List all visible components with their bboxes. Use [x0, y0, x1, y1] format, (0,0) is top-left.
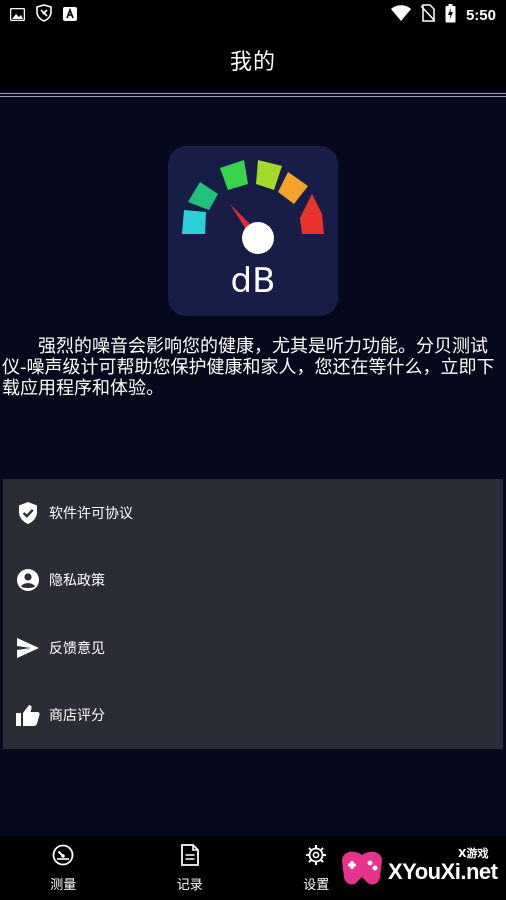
- verified-shield-icon: [15, 500, 41, 526]
- account-circle-icon: [15, 567, 41, 593]
- watermark-text: XYouXi.net: [388, 859, 498, 884]
- status-time: 5:50: [465, 6, 496, 24]
- decibel-gauge-icon: dB: [182, 160, 324, 301]
- header-divider-2: [0, 96, 506, 97]
- no-sim-icon: [420, 4, 436, 26]
- menu-item-license[interactable]: 软件许可协议: [3, 479, 503, 547]
- menu-item-privacy[interactable]: 隐私政策: [3, 547, 503, 615]
- nav-measure[interactable]: 测量: [0, 836, 127, 900]
- menu-item-rating[interactable]: 商店评分: [3, 682, 503, 750]
- app-bar: 我的: [0, 30, 506, 90]
- menu-item-label: 商店评分: [49, 708, 105, 725]
- settings-menu: 软件许可协议 隐私政策 反馈意见 商店评分: [3, 479, 503, 749]
- menu-item-label: 软件许可协议: [49, 505, 133, 522]
- page-title: 我的: [229, 50, 276, 75]
- status-bar: 5:50: [0, 0, 506, 30]
- header-divider: [0, 93, 506, 94]
- app-description: 强烈的噪音会影响您的健康，尤其是听力功能。分贝测试仪-噪声级计可帮助您保护健康和…: [2, 336, 495, 399]
- nav-label: 记录: [176, 877, 203, 893]
- speedometer-icon: [52, 844, 74, 870]
- image-icon: [9, 6, 26, 25]
- wifi-icon: [390, 5, 411, 25]
- thumb-up-icon: [15, 702, 41, 728]
- a-icon: [63, 6, 77, 25]
- menu-item-label: 反馈意见: [49, 640, 105, 657]
- menu-item-feedback[interactable]: 反馈意见: [3, 614, 503, 682]
- shield-icon: [35, 4, 53, 26]
- nav-records[interactable]: 记录: [127, 836, 254, 900]
- watermark: X游戏 XYouXi.net: [336, 843, 500, 895]
- battery-charging-icon: [445, 3, 456, 27]
- nav-label: 测量: [50, 877, 77, 893]
- nav-label: 设置: [303, 877, 330, 893]
- menu-item-label: 隐私政策: [49, 573, 105, 590]
- gamepad-logo-icon: [342, 851, 382, 885]
- send-icon: [15, 635, 41, 661]
- app-logo: dB: [168, 146, 338, 316]
- document-icon: [180, 843, 199, 870]
- gear-icon: [305, 844, 327, 870]
- logo-text: dB: [231, 261, 276, 301]
